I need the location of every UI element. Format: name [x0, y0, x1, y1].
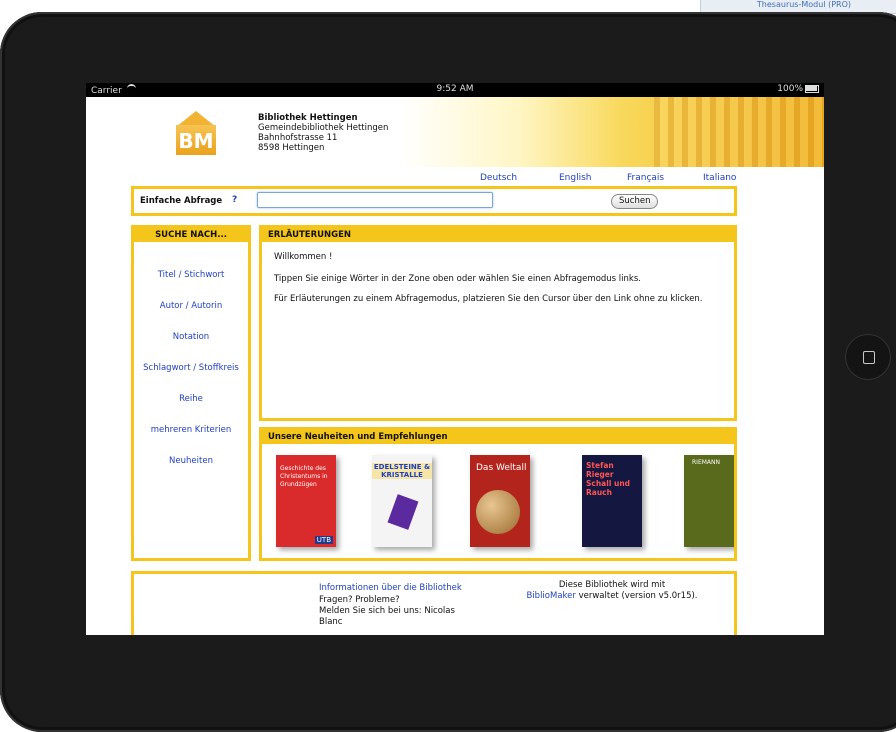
book-cover-2[interactable]: EDELSTEINE & KRISTALLE [372, 455, 432, 547]
search-label: Einfache Abfrage [140, 196, 223, 206]
lang-francais[interactable]: Français [627, 173, 664, 183]
footer-help-text: Fragen? Probleme? [319, 595, 400, 605]
book-5-title: RIEMANN [692, 459, 720, 466]
sidebar-item-reihe[interactable]: Reihe [134, 394, 248, 404]
library-address: Bibliothek Hettingen Gemeindebibliothek … [258, 113, 388, 153]
battery-indicator: 100% [777, 84, 819, 94]
book-cover-5[interactable]: RIEMANN [684, 455, 734, 547]
web-page: BM Bibliothek Hettingen Gemeindebiblioth… [86, 97, 824, 635]
explanation-line-2: Für Erläuterungen zu einem Abfragemodus,… [274, 294, 703, 304]
lang-italiano[interactable]: Italiano [703, 173, 736, 183]
battery-icon [805, 84, 819, 93]
sidebar-item-autor[interactable]: Autor / Autorin [134, 301, 248, 311]
library-info-link[interactable]: Informationen über die Bibliothek [319, 583, 462, 593]
explanations-title: ERLÄUTERUNGEN [262, 228, 734, 242]
sidebar-item-schlagwort[interactable]: Schlagwort / Stoffkreis [134, 363, 248, 373]
book-1-publisher: UTB [314, 536, 333, 544]
book-cover-4[interactable]: Stefan Rieger Schall und Rauch [582, 455, 642, 547]
library-street: Bahnhofstrasse 11 [258, 133, 338, 143]
book-cover-1[interactable]: Geschichte des Christentums in Grundzüge… [276, 455, 336, 547]
explanations-panel: ERLÄUTERUNGEN Willkommen ! Tippen Sie ei… [259, 225, 737, 421]
sidebar-item-titel[interactable]: Titel / Stichwort [134, 270, 248, 280]
bookshelf-image [654, 97, 824, 167]
book-4-title: Stefan Rieger Schall und Rauch [586, 461, 631, 497]
background-card-label: Thesaurus-Modul (PRO) [756, 0, 851, 9]
library-city: 8598 Hettingen [258, 143, 325, 153]
footer-contact: Fragen? Probleme? Melden Sie sich bei un… [319, 595, 469, 628]
bibliomaker-link[interactable]: BiblioMaker [526, 591, 575, 601]
sidebar-item-kriterien[interactable]: mehreren Kriterien [134, 425, 248, 435]
status-bar: Carrier 9:52 AM 100% [86, 83, 824, 97]
library-logo: BM [172, 111, 220, 159]
book-1-title: Geschichte des Christentums in Grundzüge… [280, 465, 328, 488]
search-input[interactable] [257, 192, 493, 208]
search-bar: Einfache Abfrage ? Suchen [131, 186, 737, 216]
library-subtitle: Gemeindebibliothek Hettingen [258, 123, 389, 133]
library-name: Bibliothek Hettingen [258, 113, 358, 123]
sidebar-item-notation[interactable]: Notation [134, 332, 248, 342]
footer-contact-text: Melden Sie sich bei uns: Nicolas Blanc [319, 606, 455, 627]
credits-suffix: verwaltet (version v5.0r15). [578, 591, 698, 601]
footer-credits: Diese Bibliothek wird mit BiblioMaker ve… [522, 580, 702, 602]
explanation-line-1: Tippen Sie einige Wörter in der Zone obe… [274, 274, 641, 284]
home-icon [863, 351, 875, 364]
crystal-image [387, 494, 419, 530]
sidebar-title: SUCHE NACH... [134, 228, 248, 242]
credits-prefix: Diese Bibliothek wird mit [558, 580, 666, 590]
footer-panel: Informationen über die Bibliothek Fragen… [131, 571, 737, 635]
book-3-title: Das Weltall [476, 463, 527, 473]
home-button[interactable] [845, 334, 891, 380]
book-cover-3[interactable]: Das Weltall [470, 455, 530, 547]
battery-text: 100% [777, 84, 803, 94]
lang-english[interactable]: English [559, 173, 592, 183]
news-panel: Unsere Neuheiten und Empfehlungen Geschi… [259, 427, 737, 561]
logo-text: BM [176, 125, 216, 155]
credits-line: BiblioMaker verwaltet (version v5.0r15). [522, 591, 702, 602]
planet-image [476, 490, 520, 534]
search-help-link[interactable]: ? [232, 195, 237, 205]
lang-deutsch[interactable]: Deutsch [480, 173, 517, 183]
search-mode-sidebar: SUCHE NACH... Titel / Stichwort Autor / … [131, 225, 251, 561]
news-title: Unsere Neuheiten und Empfehlungen [262, 430, 734, 444]
search-button[interactable]: Suchen [611, 194, 659, 209]
sidebar-item-neuheiten[interactable]: Neuheiten [134, 456, 248, 466]
status-time: 9:52 AM [436, 84, 474, 94]
welcome-text: Willkommen ! [274, 252, 333, 262]
book-2-title: EDELSTEINE & KRISTALLE [372, 463, 432, 479]
